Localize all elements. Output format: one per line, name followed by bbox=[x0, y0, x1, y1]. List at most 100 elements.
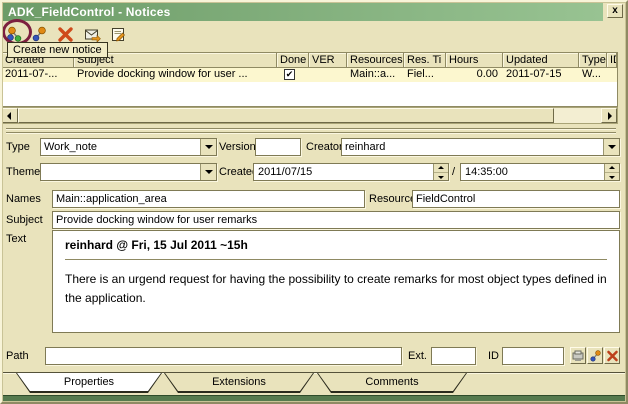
close-icon: x bbox=[612, 5, 618, 16]
splitter-groove bbox=[6, 128, 616, 130]
resource-label: Resource bbox=[369, 193, 416, 205]
window-title: ADK_FieldControl - Notices bbox=[8, 5, 171, 19]
edit-notice-button[interactable] bbox=[110, 26, 127, 43]
form-edit-icon bbox=[110, 26, 127, 43]
type-dropdown-button[interactable] bbox=[200, 139, 216, 155]
col-header-hours[interactable]: Hours bbox=[446, 53, 503, 67]
tooltip: Create new notice bbox=[7, 42, 108, 58]
path-label: Path bbox=[6, 350, 29, 362]
col-header-res-time[interactable]: Res. Ti bbox=[404, 53, 446, 67]
molecule-icon bbox=[31, 26, 48, 43]
theme-dropdown-button[interactable] bbox=[200, 164, 216, 180]
text-label: Text bbox=[6, 233, 26, 245]
created-date-spinner[interactable]: 2011/07/15 bbox=[253, 163, 449, 181]
done-checkbox[interactable]: ✔ bbox=[284, 69, 295, 80]
envelope-arrow-icon bbox=[84, 26, 101, 43]
tab-label: Properties bbox=[16, 373, 162, 393]
arrow-up-icon bbox=[609, 166, 615, 169]
tab-label: Extensions bbox=[164, 373, 314, 393]
creator-value: reinhard bbox=[345, 141, 601, 153]
text-area[interactable]: reinhard @ Fri, 15 Jul 2011 ~15h There i… bbox=[52, 230, 620, 333]
scrollbar-thumb[interactable] bbox=[18, 108, 554, 123]
col-header-id[interactable]: ID bbox=[607, 53, 617, 67]
horizontal-scrollbar[interactable] bbox=[1, 107, 618, 124]
send-notice-button[interactable] bbox=[84, 26, 101, 43]
chevron-down-icon bbox=[205, 170, 213, 174]
delete-notice-button[interactable] bbox=[57, 26, 74, 43]
tab-comments[interactable]: Comments bbox=[317, 373, 467, 393]
col-header-updated[interactable]: Updated bbox=[503, 53, 579, 67]
arrow-right-icon bbox=[608, 112, 612, 120]
bottom-green-strip bbox=[2, 395, 626, 402]
col-header-type[interactable]: Type bbox=[579, 53, 607, 67]
creator-combobox[interactable]: reinhard bbox=[341, 138, 620, 156]
molecule-small-icon bbox=[589, 350, 602, 362]
note-body: There is an urgend request for having th… bbox=[65, 270, 607, 307]
red-x-icon bbox=[57, 26, 74, 43]
tab-extensions[interactable]: Extensions bbox=[164, 373, 314, 393]
ext-input[interactable] bbox=[431, 347, 476, 365]
notices-table: Created Subject Done VER Resources Res. … bbox=[1, 52, 618, 107]
version-input[interactable] bbox=[255, 138, 301, 156]
cell-ver bbox=[309, 68, 347, 82]
resource-input[interactable] bbox=[412, 190, 620, 208]
type-value: Work_note bbox=[44, 141, 198, 153]
theme-combobox[interactable] bbox=[40, 163, 217, 181]
scroll-right-button[interactable] bbox=[601, 108, 617, 123]
splitter-handle[interactable] bbox=[6, 128, 616, 135]
tooltip-text: Create new notice bbox=[13, 44, 102, 56]
path-input[interactable] bbox=[45, 347, 402, 365]
path-clear-button[interactable] bbox=[604, 347, 620, 364]
date-time-separator: / bbox=[452, 166, 455, 178]
close-button[interactable]: x bbox=[607, 4, 623, 18]
arrow-down-icon bbox=[438, 176, 444, 179]
path-browse-button[interactable] bbox=[570, 347, 586, 364]
arrow-left-icon bbox=[7, 112, 11, 120]
created-time-value: 14:35:00 bbox=[465, 166, 602, 178]
spin-up-button[interactable] bbox=[605, 164, 619, 172]
cell-hours: 0.00 bbox=[446, 68, 503, 82]
arrow-up-icon bbox=[438, 166, 444, 169]
col-header-done[interactable]: Done bbox=[277, 53, 309, 67]
id-input[interactable] bbox=[502, 347, 564, 365]
cell-resources: Main::a... bbox=[347, 68, 404, 82]
path-link-button[interactable] bbox=[587, 347, 603, 364]
table-row[interactable]: 2011-07-... Provide docking window for u… bbox=[2, 68, 617, 82]
id-label: ID bbox=[488, 350, 499, 362]
notices-window: ADK_FieldControl - Notices x bbox=[0, 0, 628, 404]
type-label: Type bbox=[6, 141, 30, 153]
col-header-resources[interactable]: Resources bbox=[347, 53, 404, 67]
tab-properties[interactable]: Properties bbox=[16, 373, 162, 393]
creator-dropdown-button[interactable] bbox=[603, 139, 619, 155]
device-icon bbox=[572, 350, 585, 362]
title-bar[interactable]: ADK_FieldControl - Notices bbox=[3, 3, 603, 21]
scrollbar-track[interactable] bbox=[554, 108, 601, 123]
cell-updated: 2011-07-15 bbox=[503, 68, 579, 82]
chevron-down-icon bbox=[205, 145, 213, 149]
col-header-ver[interactable]: VER bbox=[309, 53, 347, 67]
spin-up-button[interactable] bbox=[434, 164, 448, 172]
date-spin-buttons bbox=[433, 164, 448, 180]
created-time-spinner[interactable]: 14:35:00 bbox=[460, 163, 620, 181]
heading-divider bbox=[65, 259, 607, 260]
note-heading: reinhard @ Fri, 15 Jul 2011 ~15h bbox=[65, 238, 607, 252]
spin-down-button[interactable] bbox=[605, 172, 619, 180]
splitter-groove bbox=[6, 132, 616, 134]
created-date-value: 2011/07/15 bbox=[258, 166, 431, 178]
cell-id bbox=[607, 68, 617, 82]
type-combobox[interactable]: Work_note bbox=[40, 138, 217, 156]
time-spin-buttons bbox=[604, 164, 619, 180]
tab-label: Comments bbox=[317, 373, 467, 393]
names-label: Names bbox=[6, 193, 41, 205]
cell-done: ✔ bbox=[277, 68, 309, 82]
cell-created: 2011-07-... bbox=[2, 68, 74, 82]
arrow-down-icon bbox=[609, 176, 615, 179]
subject-input[interactable] bbox=[52, 211, 620, 229]
cell-res-time: Fiel... bbox=[404, 68, 446, 82]
copy-notice-button[interactable] bbox=[31, 26, 48, 43]
spin-down-button[interactable] bbox=[434, 172, 448, 180]
cell-type: W... bbox=[579, 68, 607, 82]
names-input[interactable] bbox=[52, 190, 365, 208]
cell-subject: Provide docking window for user ... bbox=[74, 68, 277, 82]
scroll-left-button[interactable] bbox=[2, 108, 18, 123]
